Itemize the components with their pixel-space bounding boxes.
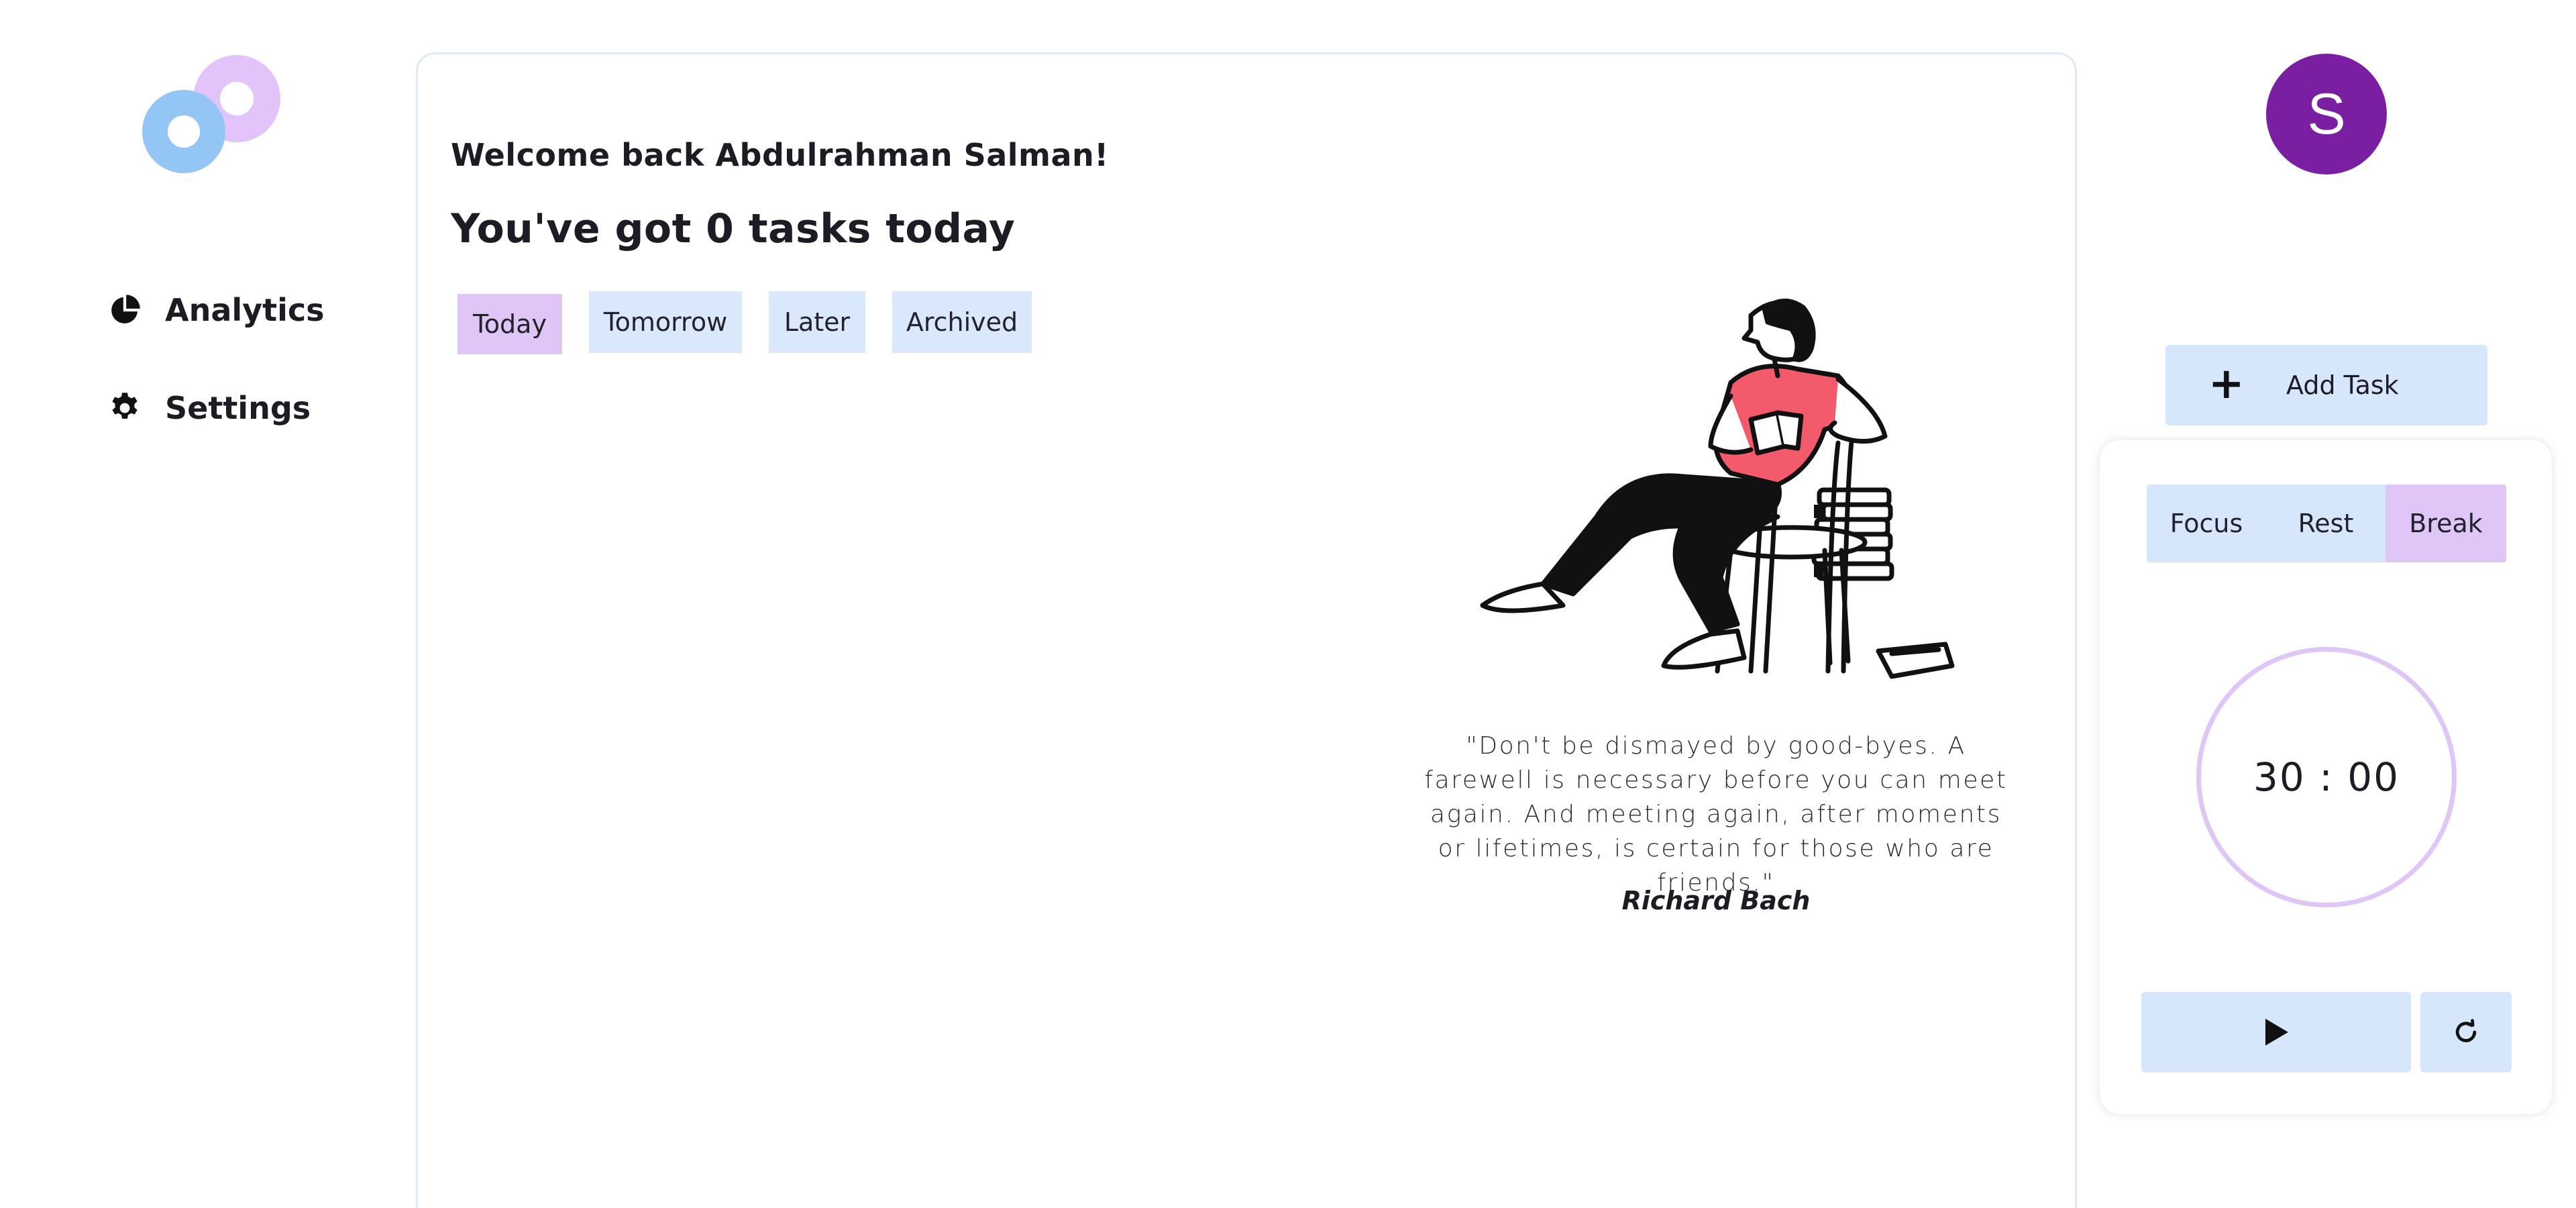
rings-logo-icon[interactable] [138,51,286,185]
quote-text: "Don't be dismayed by good-byes. A farew… [1424,732,2008,897]
tab-later[interactable]: Later [769,291,865,353]
avatar[interactable]: S [2266,54,2387,174]
timer-mode-break[interactable]: Break [2385,485,2506,562]
page-title: You've got 0 tasks today [451,205,1016,252]
legs [1480,473,1782,670]
play-button[interactable] [2141,992,2411,1072]
sidebar-item-analytics[interactable]: Analytics [107,283,325,337]
gear-icon [112,393,138,419]
add-task-button[interactable]: + Add Task [2165,345,2487,425]
play-icon [2265,1019,2288,1046]
tab-today[interactable]: Today [458,294,562,354]
pie-chart-icon [111,295,140,323]
tab-tomorrow[interactable]: Tomorrow [589,291,742,353]
reset-button[interactable] [2420,992,2512,1072]
timer-mode-rest[interactable]: Rest [2266,485,2385,562]
quote-author: Richard Bach [1621,886,1811,915]
refresh-icon [2455,1019,2477,1042]
timer-mode-group: Focus Rest Break [2147,485,2506,562]
timer-ring: 30 : 00 [2196,647,2457,907]
add-task-label: Add Task [2286,370,2399,400]
sidebar-item-label: Settings [165,390,311,426]
welcome-message: Welcome back Abdulrahman Salman! [451,137,1109,173]
sidebar-item-settings[interactable]: Settings [107,381,311,435]
plus-icon: + [2208,359,2245,409]
torso [1708,364,1888,487]
person-reading-on-chair-illustration [1480,299,1955,679]
timer-mode-focus[interactable]: Focus [2147,485,2266,562]
timer-display: 30 : 00 [2253,754,2400,800]
tab-archived[interactable]: Archived [892,291,1032,353]
sidebar-item-label: Analytics [165,292,325,328]
app-root: Analytics Settings Welcome back Abdulrah… [0,0,2576,1208]
logo-ring-blue [142,90,225,173]
